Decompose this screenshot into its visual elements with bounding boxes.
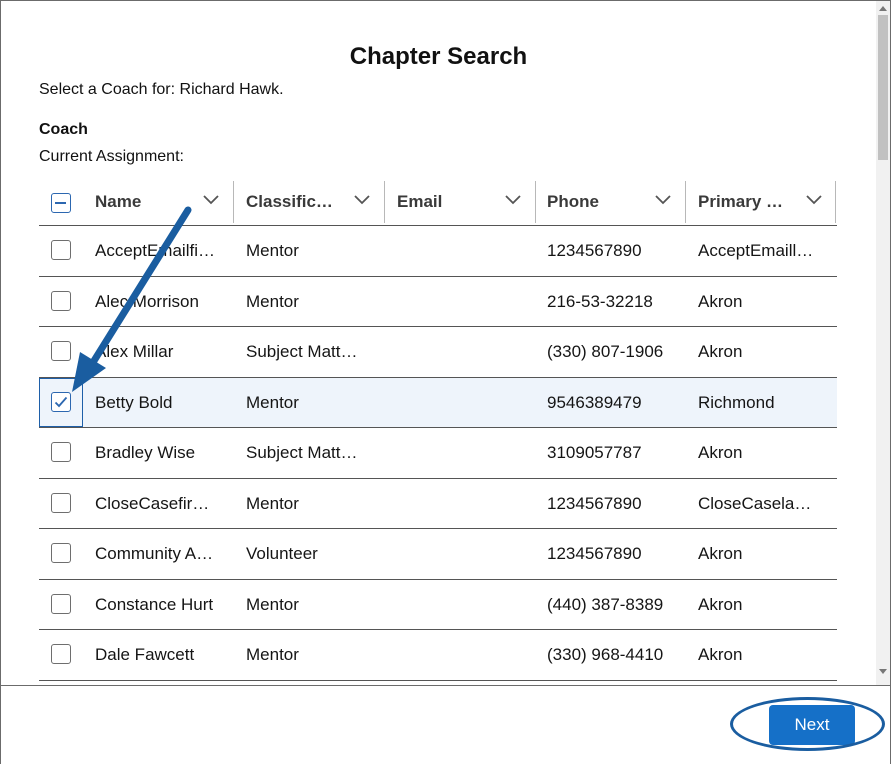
cell-primary: Akron <box>698 594 743 614</box>
cell-name: Community A… <box>95 544 214 563</box>
chevron-down-icon[interactable] <box>505 195 521 205</box>
cell-primary: Akron <box>698 645 743 664</box>
cell-classification: Mentor <box>246 594 299 614</box>
table-row[interactable]: Alex Millar Subject Matt… (330) 807-1906… <box>39 327 837 378</box>
coach-table: Name Classific… Email Phone Primary … Ac… <box>39 179 837 681</box>
cell-phone: (330) 968-4410 <box>547 645 664 664</box>
row-checkbox[interactable] <box>51 442 71 462</box>
cell-phone: 1234567890 <box>547 493 642 513</box>
cell-name: Alec Morrison <box>95 291 199 311</box>
cell-phone: 1234567890 <box>547 241 642 260</box>
column-divider[interactable] <box>384 181 385 223</box>
dialog-content: Chapter Search Select a Coach for: Richa… <box>1 1 876 685</box>
indeterminate-checkbox-icon <box>55 201 66 204</box>
row-checkbox[interactable] <box>51 644 71 664</box>
column-header-phone[interactable]: Phone <box>539 179 685 225</box>
cell-primary: CloseCasela… <box>698 493 812 513</box>
cell-name: Dale Fawcett <box>95 645 195 664</box>
cell-phone: 1234567890 <box>547 544 642 563</box>
table-row[interactable]: Constance Hurt Mentor (440) 387-8389 Akr… <box>39 580 837 630</box>
cell-phone: 3109057787 <box>547 443 642 462</box>
cell-primary: Akron <box>698 443 743 462</box>
row-checkbox[interactable] <box>51 290 71 311</box>
cell-classification: Mentor <box>246 241 299 260</box>
row-checkbox[interactable] <box>51 341 71 361</box>
cell-name: CloseCasefir… <box>95 493 210 513</box>
row-checkbox[interactable] <box>51 240 71 260</box>
cell-name: Betty Bold <box>95 392 173 412</box>
scroll-up-arrow-icon[interactable] <box>879 5 887 11</box>
cell-phone: (440) 387-8389 <box>547 594 664 614</box>
current-assignment-label: Current Assignment: <box>39 148 184 165</box>
table-row[interactable]: Alec Morrison Mentor 216-53-32218 Akron <box>39 277 837 327</box>
table-row[interactable]: AcceptEmailfi… Mentor 1234567890 AcceptE… <box>39 226 837 277</box>
row-checkbox[interactable] <box>51 593 71 614</box>
table-row[interactable]: Bradley Wise Subject Matt… 3109057787 Ak… <box>39 428 837 479</box>
cell-classification: Volunteer <box>246 544 318 563</box>
cell-phone: 216-53-32218 <box>547 291 653 311</box>
checkmark-icon <box>54 396 68 407</box>
cell-primary: Akron <box>698 291 743 311</box>
cell-primary: Richmond <box>698 392 775 412</box>
table-row[interactable]: Dale Fawcett Mentor (330) 968-4410 Akron <box>39 630 837 681</box>
cell-phone: 9546389479 <box>547 392 642 412</box>
cell-primary: Akron <box>698 342 743 361</box>
chevron-down-icon[interactable] <box>806 195 822 205</box>
dialog-frame: Chapter Search Select a Coach for: Richa… <box>0 0 891 764</box>
column-header-name[interactable]: Name <box>87 179 233 225</box>
table-row[interactable]: CloseCasefir… Mentor 1234567890 CloseCas… <box>39 479 837 529</box>
chevron-down-icon[interactable] <box>203 195 219 205</box>
scroll-down-arrow-icon[interactable] <box>879 669 887 675</box>
scrollbar-thumb[interactable] <box>878 15 888 160</box>
coach-section-label: Coach <box>39 121 88 138</box>
annotation-highlight-ring <box>730 697 885 751</box>
column-divider[interactable] <box>233 181 234 223</box>
cell-name: Constance Hurt <box>95 594 214 614</box>
table-header: Name Classific… Email Phone Primary … <box>39 179 837 226</box>
cell-name: AcceptEmailfi… <box>95 241 215 260</box>
cell-name: Bradley Wise <box>95 443 196 462</box>
column-header-primary[interactable]: Primary … <box>690 179 836 225</box>
dialog-subtitle: Select a Coach for: Richard Hawk. <box>39 81 284 98</box>
cell-classification: Mentor <box>246 493 299 513</box>
chevron-down-icon[interactable] <box>354 195 370 205</box>
cell-classification: Mentor <box>246 645 299 664</box>
column-divider[interactable] <box>535 181 536 223</box>
cell-classification: Subject Matt… <box>246 443 358 462</box>
cell-classification: Mentor <box>246 291 299 311</box>
cell-primary: Akron <box>698 544 743 563</box>
cell-classification: Mentor <box>246 392 299 412</box>
page-title: Chapter Search <box>349 43 528 70</box>
select-all-checkbox[interactable] <box>51 193 71 213</box>
chevron-down-icon[interactable] <box>655 195 671 205</box>
row-checkbox-checked[interactable] <box>51 391 71 412</box>
table-row-selected[interactable]: Betty Bold Mentor 9546389479 Richmond <box>39 377 837 428</box>
cell-primary: AcceptEmaill… <box>698 241 814 260</box>
column-header-classification[interactable]: Classific… <box>238 179 384 225</box>
cell-name: Alex Millar <box>95 342 174 361</box>
row-checkbox[interactable] <box>51 492 71 513</box>
row-checkbox[interactable] <box>51 543 71 563</box>
cell-phone: (330) 807-1906 <box>547 342 664 361</box>
column-divider[interactable] <box>685 181 686 223</box>
dialog-footer: Next <box>1 685 890 764</box>
cell-classification: Subject Matt… <box>246 342 358 361</box>
column-divider[interactable] <box>835 181 836 223</box>
vertical-scrollbar[interactable] <box>876 1 890 685</box>
column-header-email[interactable]: Email <box>389 179 535 225</box>
table-row[interactable]: Community A… Volunteer 1234567890 Akron <box>39 529 837 580</box>
